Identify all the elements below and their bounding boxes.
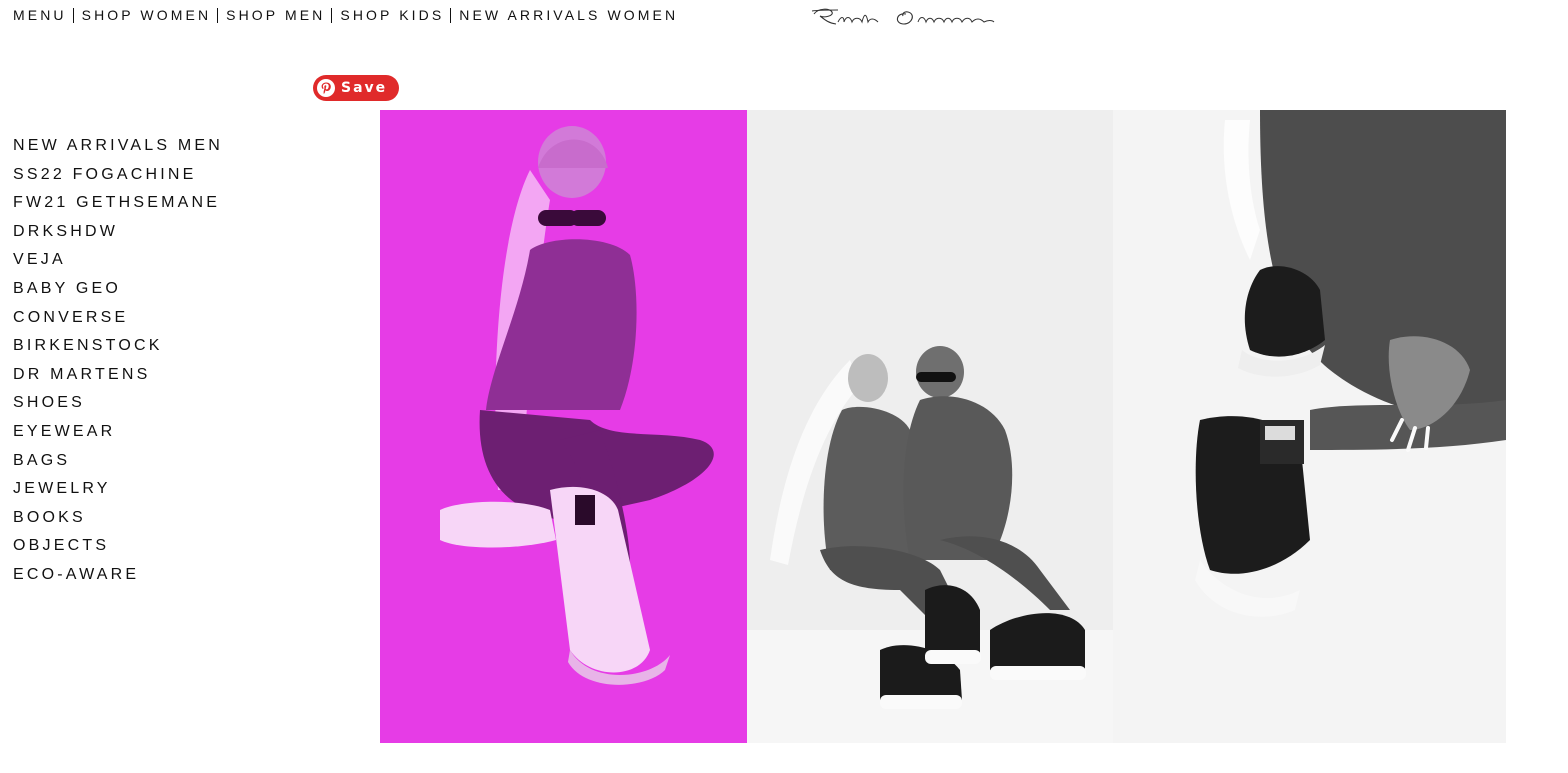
- topnav-shop-women-link[interactable]: SHOP WOMEN: [82, 7, 212, 23]
- sidebar-item-new-arrivals-men[interactable]: NEW ARRIVALS MEN: [13, 136, 223, 165]
- sidebar-item-ss22-fogachine[interactable]: SS22 FOGACHINE: [13, 165, 223, 194]
- sidebar-item-bags[interactable]: BAGS: [13, 451, 223, 480]
- sidebar-item-converse[interactable]: CONVERSE: [13, 308, 223, 337]
- sidebar-item-jewelry[interactable]: JEWELRY: [13, 479, 223, 508]
- sidebar-item-fw21-gethsemane[interactable]: FW21 GETHSEMANE: [13, 193, 223, 222]
- campaign-photo-sneakers-closeup[interactable]: [1113, 110, 1506, 743]
- sidebar-item-baby-geo[interactable]: BABY GEO: [13, 279, 223, 308]
- top-navigation: MENU SHOP WOMEN SHOP MEN SHOP KIDS NEW A…: [13, 7, 678, 23]
- sidebar-item-objects[interactable]: OBJECTS: [13, 536, 223, 565]
- campaign-photo-couple[interactable]: [747, 110, 1113, 743]
- divider: [450, 7, 452, 23]
- campaign-photo-magenta[interactable]: [380, 110, 747, 743]
- topnav-shop-men-link[interactable]: SHOP MEN: [226, 7, 325, 23]
- sidebar-item-drkshdw[interactable]: DRKSHDW: [13, 222, 223, 251]
- sidebar-item-eyewear[interactable]: EYEWEAR: [13, 422, 223, 451]
- pinterest-icon: [317, 79, 335, 97]
- topnav-shop-kids-link[interactable]: SHOP KIDS: [340, 7, 444, 23]
- pinterest-save-label: Save: [341, 80, 388, 96]
- campaign-image-gallery[interactable]: [380, 110, 1506, 743]
- pinterest-save-button[interactable]: Save: [313, 75, 399, 101]
- sidebar-item-dr-martens[interactable]: DR MARTENS: [13, 365, 223, 394]
- sidebar-item-shoes[interactable]: SHOES: [13, 393, 223, 422]
- sidebar-item-books[interactable]: BOOKS: [13, 508, 223, 537]
- sidebar-menu: NEW ARRIVALS MEN SS22 FOGACHINE FW21 GET…: [13, 136, 223, 594]
- divider: [217, 7, 219, 23]
- topnav-menu-link[interactable]: MENU: [13, 7, 67, 23]
- divider: [331, 7, 333, 23]
- divider: [72, 7, 74, 23]
- sidebar-item-birkenstock[interactable]: BIRKENSTOCK: [13, 336, 223, 365]
- brand-logo[interactable]: [808, 2, 998, 32]
- signature-logo-icon: [811, 8, 995, 25]
- sidebar-item-veja[interactable]: VEJA: [13, 250, 223, 279]
- sidebar-item-eco-aware[interactable]: ECO-AWARE: [13, 565, 223, 594]
- topnav-new-arrivals-women-link[interactable]: NEW ARRIVALS WOMEN: [459, 7, 678, 23]
